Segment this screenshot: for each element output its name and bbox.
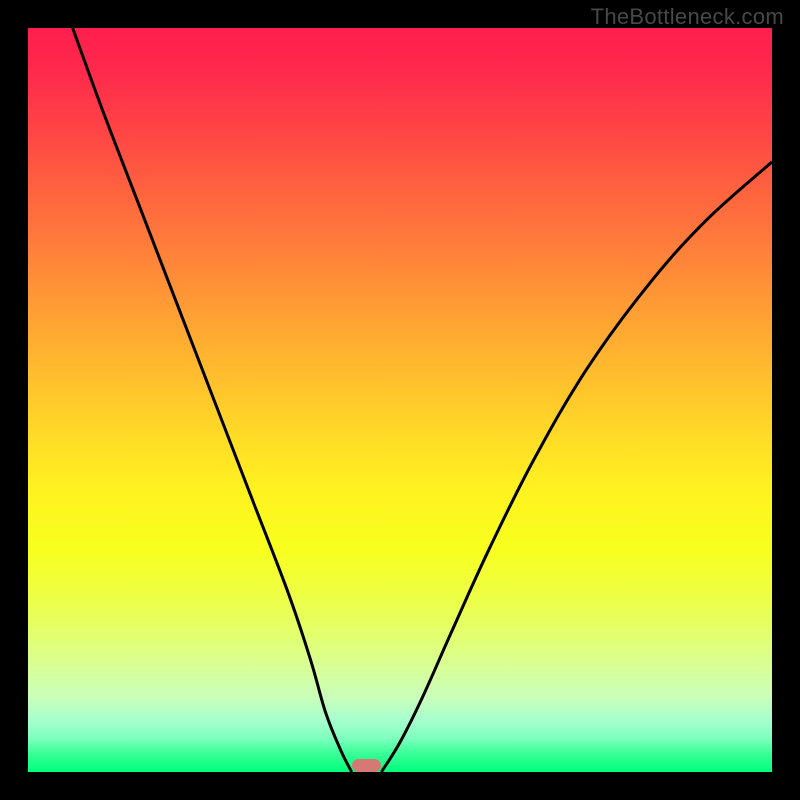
- bottleneck-curve: [28, 28, 772, 772]
- chart-frame: TheBottleneck.com: [0, 0, 800, 800]
- left-branch-path: [73, 28, 352, 772]
- watermark-text: TheBottleneck.com: [591, 4, 784, 30]
- plot-area: [28, 28, 772, 772]
- optimal-marker: [352, 759, 382, 772]
- right-branch-path: [381, 162, 772, 772]
